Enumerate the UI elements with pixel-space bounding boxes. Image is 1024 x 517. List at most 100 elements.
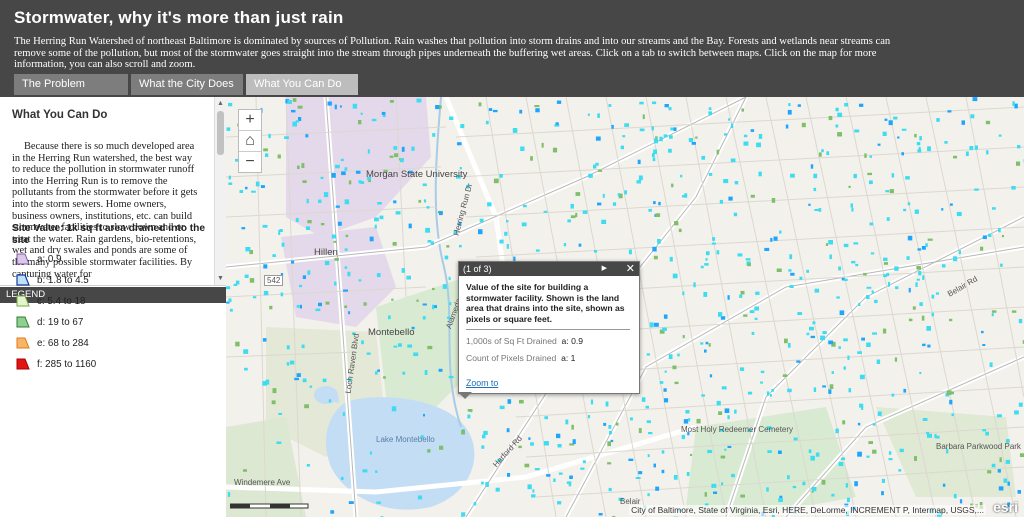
site-marker[interactable] (888, 120, 893, 126)
site-marker[interactable] (244, 367, 248, 371)
site-marker[interactable] (638, 175, 643, 181)
site-marker[interactable] (397, 343, 402, 347)
site-marker[interactable] (713, 491, 718, 495)
site-marker[interactable] (228, 102, 233, 107)
site-marker[interactable] (858, 302, 861, 306)
site-marker[interactable] (690, 453, 693, 456)
site-marker[interactable] (825, 243, 828, 246)
site-marker[interactable] (695, 136, 698, 139)
site-marker[interactable] (479, 218, 484, 223)
site-marker[interactable] (681, 435, 685, 440)
site-marker[interactable] (668, 148, 672, 153)
site-marker[interactable] (727, 445, 732, 448)
site-marker[interactable] (608, 487, 612, 492)
site-marker[interactable] (868, 441, 873, 444)
site-marker[interactable] (348, 501, 354, 504)
site-marker[interactable] (771, 198, 776, 203)
site-marker[interactable] (949, 399, 953, 405)
site-marker[interactable] (302, 378, 307, 383)
site-marker[interactable] (668, 107, 672, 111)
site-marker[interactable] (959, 499, 963, 504)
site-marker[interactable] (867, 172, 872, 176)
site-marker[interactable] (572, 439, 576, 445)
site-marker[interactable] (953, 256, 958, 262)
site-marker[interactable] (851, 207, 854, 212)
site-marker[interactable] (838, 346, 841, 349)
site-marker[interactable] (716, 400, 721, 406)
site-marker[interactable] (284, 136, 289, 139)
site-marker[interactable] (520, 146, 525, 152)
site-marker[interactable] (673, 475, 678, 480)
site-marker[interactable] (322, 378, 327, 383)
site-marker[interactable] (897, 136, 900, 139)
site-marker[interactable] (953, 493, 957, 499)
site-marker[interactable] (899, 448, 904, 453)
site-marker[interactable] (841, 457, 846, 461)
site-marker[interactable] (649, 322, 654, 328)
site-marker[interactable] (806, 269, 809, 273)
site-marker[interactable] (935, 292, 939, 295)
site-marker[interactable] (265, 153, 269, 157)
site-marker[interactable] (227, 492, 231, 497)
site-marker[interactable] (914, 456, 917, 461)
site-marker[interactable] (653, 201, 656, 205)
site-marker[interactable] (483, 430, 488, 435)
site-marker[interactable] (381, 111, 386, 115)
site-marker[interactable] (766, 391, 770, 396)
site-marker[interactable] (674, 381, 679, 385)
site-marker[interactable] (292, 98, 297, 102)
site-marker[interactable] (944, 141, 948, 144)
site-marker[interactable] (740, 494, 745, 498)
site-marker[interactable] (597, 202, 602, 206)
site-marker[interactable] (705, 258, 708, 261)
site-marker[interactable] (706, 251, 710, 256)
site-marker[interactable] (402, 371, 406, 375)
site-marker[interactable] (739, 294, 743, 298)
site-marker[interactable] (881, 478, 885, 483)
site-marker[interactable] (493, 178, 499, 184)
site-marker[interactable] (1011, 186, 1016, 190)
site-marker[interactable] (287, 100, 292, 104)
site-marker[interactable] (535, 249, 540, 252)
site-marker[interactable] (853, 242, 859, 245)
site-marker[interactable] (668, 354, 673, 360)
site-marker[interactable] (677, 353, 680, 357)
site-marker[interactable] (558, 472, 563, 475)
site-marker[interactable] (401, 146, 405, 152)
site-marker[interactable] (1017, 145, 1021, 149)
site-marker[interactable] (810, 164, 814, 169)
site-marker[interactable] (712, 237, 716, 241)
site-marker[interactable] (700, 265, 704, 269)
site-marker[interactable] (374, 217, 379, 222)
site-marker[interactable] (395, 211, 401, 215)
site-marker[interactable] (339, 105, 342, 108)
site-marker[interactable] (377, 202, 382, 205)
site-marker[interactable] (922, 343, 926, 347)
site-marker[interactable] (782, 374, 788, 377)
site-marker[interactable] (341, 171, 346, 176)
site-marker[interactable] (788, 269, 792, 272)
site-marker[interactable] (705, 341, 709, 345)
site-marker[interactable] (980, 246, 984, 251)
site-marker[interactable] (888, 458, 893, 461)
site-marker[interactable] (708, 111, 712, 116)
site-marker[interactable] (417, 495, 423, 500)
site-marker[interactable] (843, 278, 848, 281)
site-marker[interactable] (260, 185, 265, 188)
site-marker[interactable] (808, 203, 811, 206)
site-marker[interactable] (799, 276, 803, 280)
site-marker[interactable] (251, 190, 256, 193)
site-marker[interactable] (263, 291, 269, 296)
site-marker[interactable] (611, 124, 614, 129)
site-marker[interactable] (499, 174, 503, 178)
site-marker[interactable] (673, 127, 677, 131)
site-marker[interactable] (590, 399, 594, 405)
site-marker[interactable] (588, 173, 593, 178)
site-marker[interactable] (228, 182, 233, 185)
site-marker[interactable] (418, 199, 422, 203)
site-marker[interactable] (331, 234, 336, 239)
site-marker[interactable] (882, 131, 887, 136)
site-marker[interactable] (271, 400, 276, 405)
site-marker[interactable] (369, 236, 374, 242)
site-marker[interactable] (655, 486, 660, 491)
